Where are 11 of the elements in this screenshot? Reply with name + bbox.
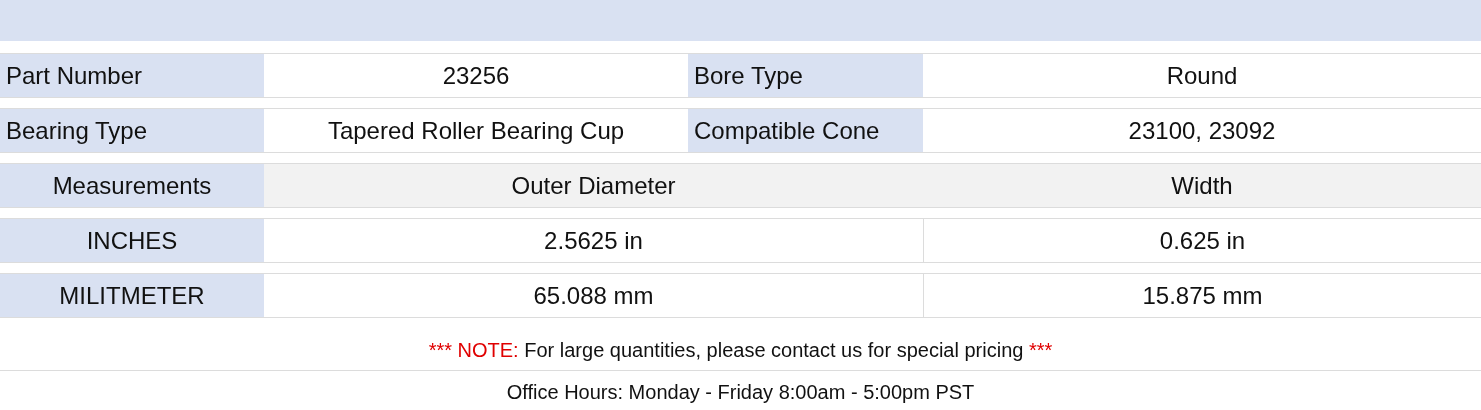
column-header: Outer Diameter: [264, 164, 923, 207]
column-header: Width: [923, 164, 1481, 207]
row-header: INCHES: [0, 219, 264, 262]
field-label: Compatible Cone: [688, 109, 923, 152]
field-label: Bearing Type: [0, 109, 264, 152]
field-label: Bore Type: [688, 54, 923, 97]
row-header: MILITMETER: [0, 274, 264, 317]
office-hours: Office Hours: Monday - Friday 8:00am - 5:00pm PST: [505, 380, 976, 404]
table-header: Measurements: [0, 164, 264, 207]
field-label: Part Number: [0, 54, 264, 97]
pricing-note: *** NOTE: For large quantities, please contact us for special pricing ***: [428, 338, 1053, 362]
